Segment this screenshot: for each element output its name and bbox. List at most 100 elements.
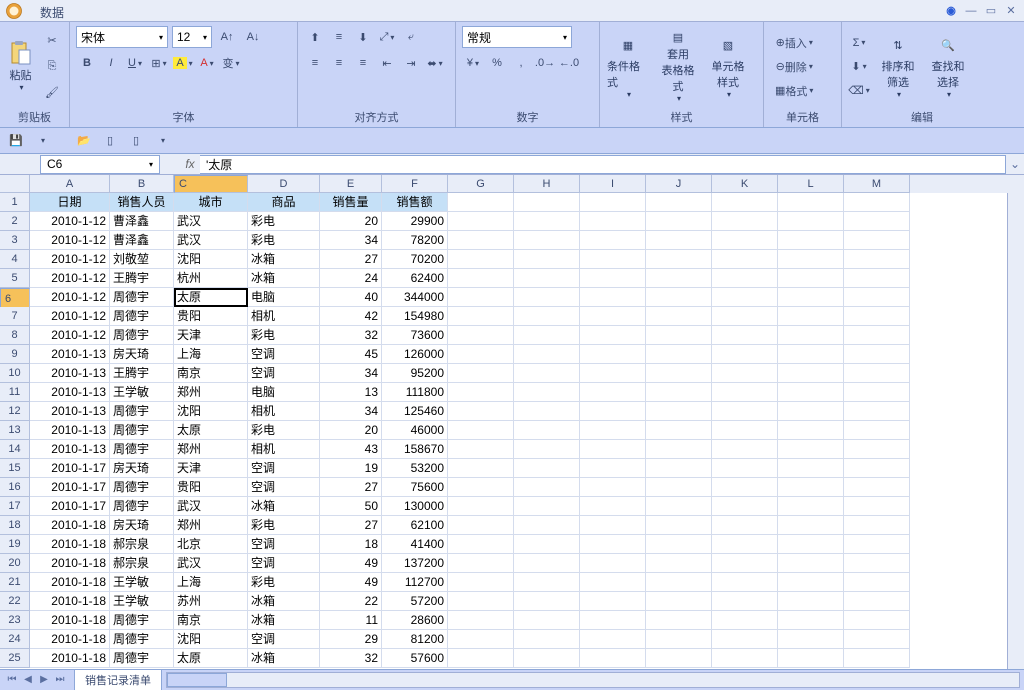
cell[interactable] [580, 250, 646, 269]
cell[interactable]: 27 [320, 250, 382, 269]
cell[interactable] [580, 649, 646, 668]
cell[interactable] [514, 250, 580, 269]
border-button[interactable]: ⊞▾ [148, 52, 170, 74]
cell[interactable] [580, 231, 646, 250]
cell[interactable] [712, 649, 778, 668]
column-header[interactable]: K [712, 175, 778, 193]
cell[interactable]: 太原 [174, 288, 248, 307]
cell[interactable] [712, 516, 778, 535]
autosum-button[interactable]: Σ ▾ [848, 32, 870, 54]
cell[interactable] [580, 383, 646, 402]
cell[interactable]: 城市 [174, 193, 248, 212]
increase-font-button[interactable]: A↑ [216, 26, 238, 48]
cell[interactable] [844, 402, 910, 421]
cell[interactable] [844, 364, 910, 383]
cell[interactable]: 34 [320, 364, 382, 383]
cell[interactable] [646, 459, 712, 478]
cell[interactable] [448, 250, 514, 269]
row-header[interactable]: 11 [0, 383, 30, 402]
row-header[interactable]: 18 [0, 516, 30, 535]
cell[interactable] [646, 611, 712, 630]
conditional-format-button[interactable]: ▦条件格式▾ [606, 34, 650, 100]
cell[interactable]: 相机 [248, 402, 320, 421]
cell[interactable] [646, 535, 712, 554]
cell[interactable] [712, 440, 778, 459]
cell[interactable] [514, 364, 580, 383]
cell[interactable] [448, 592, 514, 611]
percent-button[interactable]: % [486, 52, 508, 74]
cell[interactable]: 彩电 [248, 516, 320, 535]
cell[interactable] [646, 269, 712, 288]
cell[interactable] [448, 497, 514, 516]
cell[interactable] [646, 554, 712, 573]
cell[interactable] [580, 440, 646, 459]
cell[interactable] [580, 535, 646, 554]
cell[interactable]: 周德宇 [110, 497, 174, 516]
horizontal-scrollbar[interactable] [166, 672, 1020, 688]
cell[interactable] [844, 649, 910, 668]
cell[interactable]: 周德宇 [110, 421, 174, 440]
cell[interactable] [448, 364, 514, 383]
cell[interactable] [580, 269, 646, 288]
cell[interactable]: 11 [320, 611, 382, 630]
cell[interactable]: 137200 [382, 554, 448, 573]
cell[interactable]: 郑州 [174, 516, 248, 535]
cell[interactable]: 24 [320, 269, 382, 288]
name-box[interactable]: C6▾ [40, 155, 160, 174]
row-header[interactable]: 24 [0, 630, 30, 649]
column-header[interactable]: I [580, 175, 646, 193]
insert-cells-button[interactable]: ⊕ 插入 ▾ [770, 32, 818, 54]
phonetic-button[interactable]: 变▾ [220, 52, 242, 74]
cell[interactable] [448, 611, 514, 630]
cell[interactable] [448, 440, 514, 459]
cell[interactable]: 19 [320, 459, 382, 478]
cell[interactable] [712, 592, 778, 611]
cell[interactable]: 2010-1-13 [30, 383, 110, 402]
cell[interactable] [448, 478, 514, 497]
cell[interactable] [712, 193, 778, 212]
fill-color-button[interactable]: A▾ [172, 52, 194, 74]
orientation-button[interactable]: ⤢▾ [376, 26, 398, 48]
cell[interactable] [514, 440, 580, 459]
spreadsheet-grid[interactable]: ABCDEFGHIJKLM 1日期销售人员城市商品销售量销售额22010-1-1… [0, 175, 1024, 669]
cell[interactable]: 王学敏 [110, 573, 174, 592]
copy-button[interactable]: ⎘ [41, 56, 63, 78]
cell[interactable]: 95200 [382, 364, 448, 383]
cell[interactable]: 周德宇 [110, 288, 174, 307]
cell[interactable] [448, 649, 514, 668]
align-right-button[interactable]: ≡ [352, 52, 374, 74]
cell[interactable]: 周德宇 [110, 630, 174, 649]
decrease-decimal-button[interactable]: ←.0 [558, 52, 580, 74]
currency-button[interactable]: ¥▾ [462, 52, 484, 74]
cell[interactable] [778, 421, 844, 440]
row-header[interactable]: 19 [0, 535, 30, 554]
cell[interactable]: 刘敬堃 [110, 250, 174, 269]
cell[interactable] [712, 611, 778, 630]
row-header[interactable]: 12 [0, 402, 30, 421]
cell[interactable]: 78200 [382, 231, 448, 250]
cell[interactable]: 南京 [174, 611, 248, 630]
cell[interactable]: 57200 [382, 592, 448, 611]
cell[interactable] [448, 326, 514, 345]
cell[interactable] [646, 212, 712, 231]
cell[interactable]: 冰箱 [248, 649, 320, 668]
cell[interactable] [778, 345, 844, 364]
cell[interactable] [448, 554, 514, 573]
italic-button[interactable]: I [100, 52, 122, 74]
cell[interactable]: 上海 [174, 573, 248, 592]
help-icon[interactable]: ◉ [944, 4, 958, 18]
cell[interactable] [514, 269, 580, 288]
column-header[interactable]: G [448, 175, 514, 193]
cell[interactable] [514, 535, 580, 554]
cell[interactable] [580, 326, 646, 345]
cell[interactable] [448, 307, 514, 326]
cell[interactable]: 2010-1-18 [30, 630, 110, 649]
cell[interactable] [712, 383, 778, 402]
cell[interactable] [844, 516, 910, 535]
cell[interactable]: 天津 [174, 459, 248, 478]
cell[interactable]: 125460 [382, 402, 448, 421]
cell[interactable] [646, 193, 712, 212]
cell[interactable]: 27 [320, 478, 382, 497]
cell[interactable]: 2010-1-18 [30, 649, 110, 668]
cell[interactable]: 彩电 [248, 573, 320, 592]
